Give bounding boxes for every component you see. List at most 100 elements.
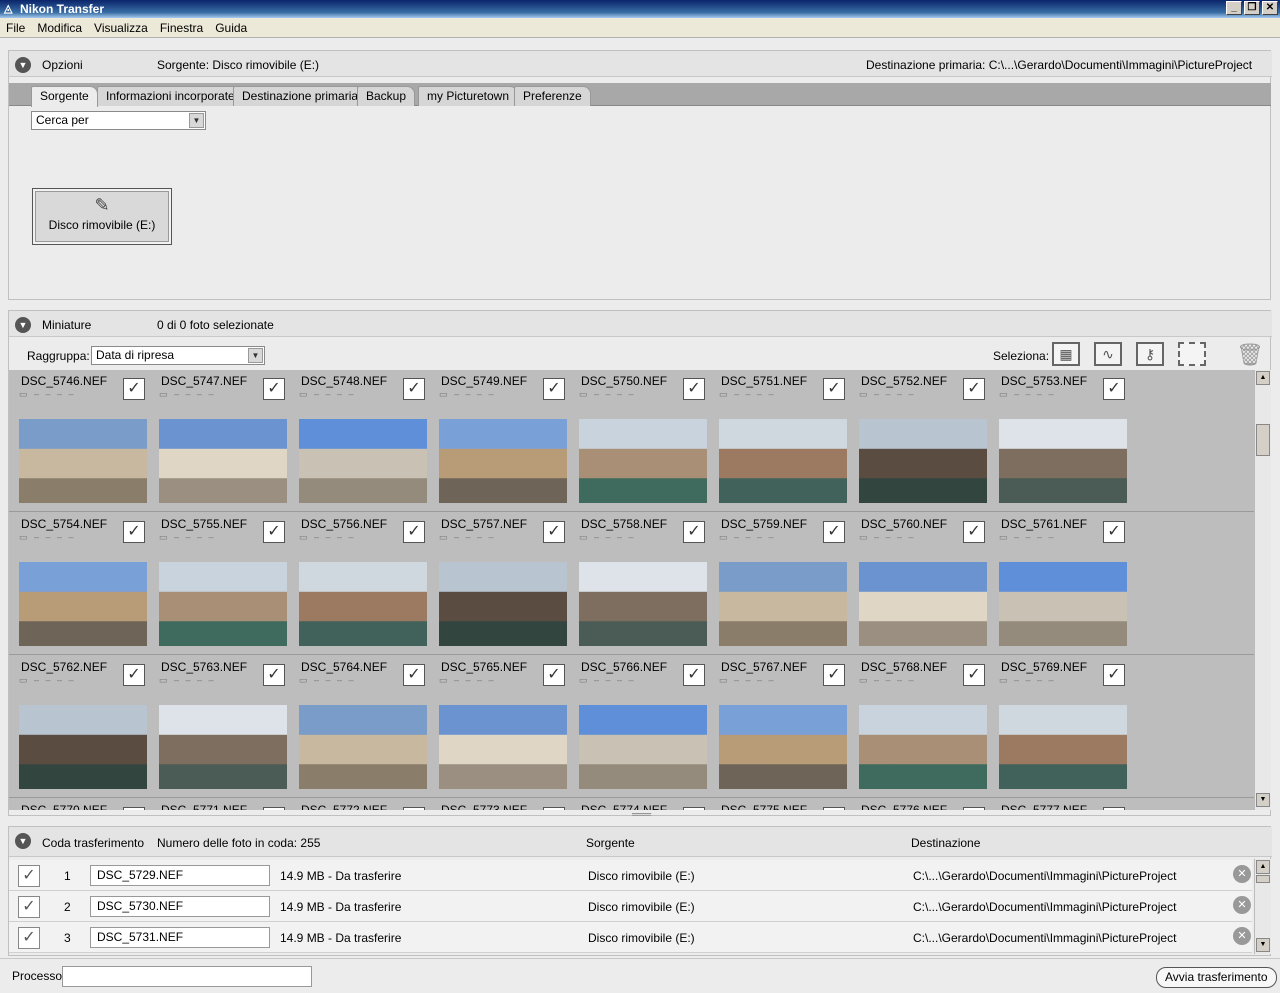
close-button[interactable]: ✕ [1262,1,1278,15]
thumbnail-filename: DSC_5764.NEF [301,660,388,674]
thumbnail-checkbox[interactable]: ✓ [1103,807,1125,810]
thumbnail-checkbox[interactable]: ✓ [683,664,705,686]
menu-visualizza[interactable]: Visualizza [88,21,154,35]
thumbnail-checkbox[interactable]: ✓ [263,664,285,686]
thumbnail-checkbox[interactable]: ✓ [263,378,285,400]
tab-destinazione-primaria[interactable]: Destinazione primaria [233,86,368,106]
thumbnail-checkbox[interactable]: ✓ [543,807,565,810]
options-collapse-icon[interactable]: ▼ [15,57,31,73]
options-title: Opzioni [42,58,83,72]
thumbnail-checkbox[interactable]: ✓ [1103,521,1125,543]
scroll-up-icon[interactable]: ▲ [1256,371,1270,385]
thumbnail-checkbox[interactable]: ✓ [123,521,145,543]
thumbnail-item[interactable]: DSC_5775.NEF▭ – – – –✓ [709,798,845,810]
queue-filename-field[interactable]: DSC_5731.NEF [90,927,270,948]
thumbnail-item[interactable]: DSC_5777.NEF▭ – – – –✓ [989,798,1125,810]
thumbnail-filename: DSC_5749.NEF [441,374,528,388]
thumbnail-checkbox[interactable]: ✓ [123,807,145,810]
queue-index: 1 [64,869,71,883]
thumbnail-checkbox[interactable]: ✓ [123,664,145,686]
thumbnail-checkbox[interactable]: ✓ [543,521,565,543]
thumbnail-checkbox[interactable]: ✓ [543,378,565,400]
thumbnail-item[interactable]: DSC_5772.NEF▭ – – – –✓ [289,798,425,810]
queue-destination: C:\...\Gerardo\Documenti\Immagini\Pictur… [913,900,1177,914]
queue-filename-field[interactable]: DSC_5730.NEF [90,896,270,917]
remove-icon[interactable]: ✕ [1233,865,1251,883]
thumbnails-collapse-icon[interactable]: ▼ [15,317,31,333]
options-destination-label: Destinazione primaria: C:\...\Gerardo\Do… [866,58,1253,72]
thumbnail-info-icon: ▭ – – – – [999,532,1056,542]
thumbnail-checkbox[interactable]: ✓ [963,664,985,686]
tab-informazioni-incorporate[interactable]: Informazioni incorporate [97,86,244,106]
queue-checkbox[interactable]: ✓ [18,896,40,918]
thumbnail-item[interactable]: DSC_5773.NEF▭ – – – –✓ [429,798,565,810]
scroll-thumb[interactable] [1256,424,1270,456]
thumbnail-scrollbar[interactable]: ▲ ▼ [1254,370,1271,810]
thumbnail-item[interactable]: DSC_5776.NEF▭ – – – –✓ [849,798,985,810]
thumbnail-checkbox[interactable]: ✓ [963,807,985,810]
chevron-down-icon[interactable]: ▼ [189,113,204,128]
thumbnail-checkbox[interactable]: ✓ [683,807,705,810]
thumbnail-checkbox[interactable]: ✓ [823,807,845,810]
queue-scrollbar[interactable]: ▲ ▼ [1254,859,1271,954]
tab-my-picturetown[interactable]: my Picturetown [418,86,519,106]
thumbnail-checkbox[interactable]: ✓ [1103,664,1125,686]
queue-count: Numero delle foto in coda: 255 [157,836,321,850]
restore-button[interactable]: ❐ [1244,1,1260,15]
thumbnail-item[interactable]: DSC_5770.NEF▭ – – – –✓ [9,798,145,810]
tab-backup[interactable]: Backup [357,86,416,106]
scroll-down-icon[interactable]: ▼ [1256,793,1270,807]
thumbnail-checkbox[interactable]: ✓ [683,378,705,400]
thumbnail-checkbox[interactable]: ✓ [823,521,845,543]
select-protected-icon[interactable]: ⚷ [1136,342,1164,366]
deselect-all-icon[interactable] [1178,342,1206,366]
thumbnail-checkbox[interactable]: ✓ [963,378,985,400]
search-by-combo[interactable]: Cerca per ▼ [31,111,206,130]
thumbnail-checkbox[interactable]: ✓ [263,807,285,810]
queue-checkbox[interactable]: ✓ [18,927,40,949]
minimize-button[interactable]: _ [1226,1,1242,15]
photo-image [19,705,147,789]
select-new-icon[interactable]: ∿ [1094,342,1122,366]
thumbnail-checkbox[interactable]: ✓ [683,521,705,543]
thumbnail-checkbox[interactable]: ✓ [123,378,145,400]
thumbnail-filename: DSC_5753.NEF [1001,374,1088,388]
thumbnail-checkbox[interactable]: ✓ [1103,378,1125,400]
thumbnail-checkbox[interactable]: ✓ [403,807,425,810]
scroll-thumb[interactable] [1256,875,1270,883]
thumbnail-checkbox[interactable]: ✓ [823,378,845,400]
thumbnail-checkbox[interactable]: ✓ [543,664,565,686]
thumbnail-checkbox[interactable]: ✓ [963,521,985,543]
photo-image [299,419,427,503]
thumbnail-item[interactable]: DSC_5771.NEF▭ – – – –✓ [149,798,285,810]
thumbnail-checkbox[interactable]: ✓ [823,664,845,686]
source-device-button[interactable]: ✎ Disco rimovibile (E:) [32,188,172,245]
thumbnail-checkbox[interactable]: ✓ [403,664,425,686]
thumbnail-checkbox[interactable]: ✓ [403,378,425,400]
queue-checkbox[interactable]: ✓ [18,865,40,887]
tab-sorgente[interactable]: Sorgente [31,86,98,107]
menu-modifica[interactable]: Modifica [31,21,88,35]
select-all-icon[interactable]: ▦ [1052,342,1080,366]
menu-guida[interactable]: Guida [209,21,253,35]
queue-row[interactable]: ✓ 1 DSC_5729.NEF 14.9 MB - Da trasferire Dis… [9,860,1252,891]
menu-file[interactable]: File [0,21,31,35]
queue-row[interactable]: ✓ 3 DSC_5731.NEF 14.9 MB - Da trasferire Dis… [9,922,1252,953]
trash-icon[interactable]: 🗑 [1236,342,1264,368]
queue-filename-field[interactable]: DSC_5729.NEF [90,865,270,886]
remove-icon[interactable]: ✕ [1233,896,1251,914]
queue-collapse-icon[interactable]: ▼ [15,833,31,849]
scroll-down-icon[interactable]: ▼ [1256,938,1270,952]
thumbnail-checkbox[interactable]: ✓ [263,521,285,543]
scroll-up-icon[interactable]: ▲ [1256,860,1270,874]
queue-row[interactable]: ✓ 2 DSC_5730.NEF 14.9 MB - Da trasferire Dis… [9,891,1252,922]
select-label: Seleziona: [993,349,1050,363]
chevron-down-icon[interactable]: ▼ [248,348,263,363]
splitter-handle[interactable]: ═══ [632,810,651,819]
start-transfer-button[interactable]: Avvia trasferimento [1156,967,1277,988]
tab-preferenze[interactable]: Preferenze [514,86,591,106]
menu-finestra[interactable]: Finestra [154,21,209,35]
group-combo[interactable]: Data di ripresa ▼ [91,346,265,365]
thumbnail-checkbox[interactable]: ✓ [403,521,425,543]
remove-icon[interactable]: ✕ [1233,927,1251,945]
